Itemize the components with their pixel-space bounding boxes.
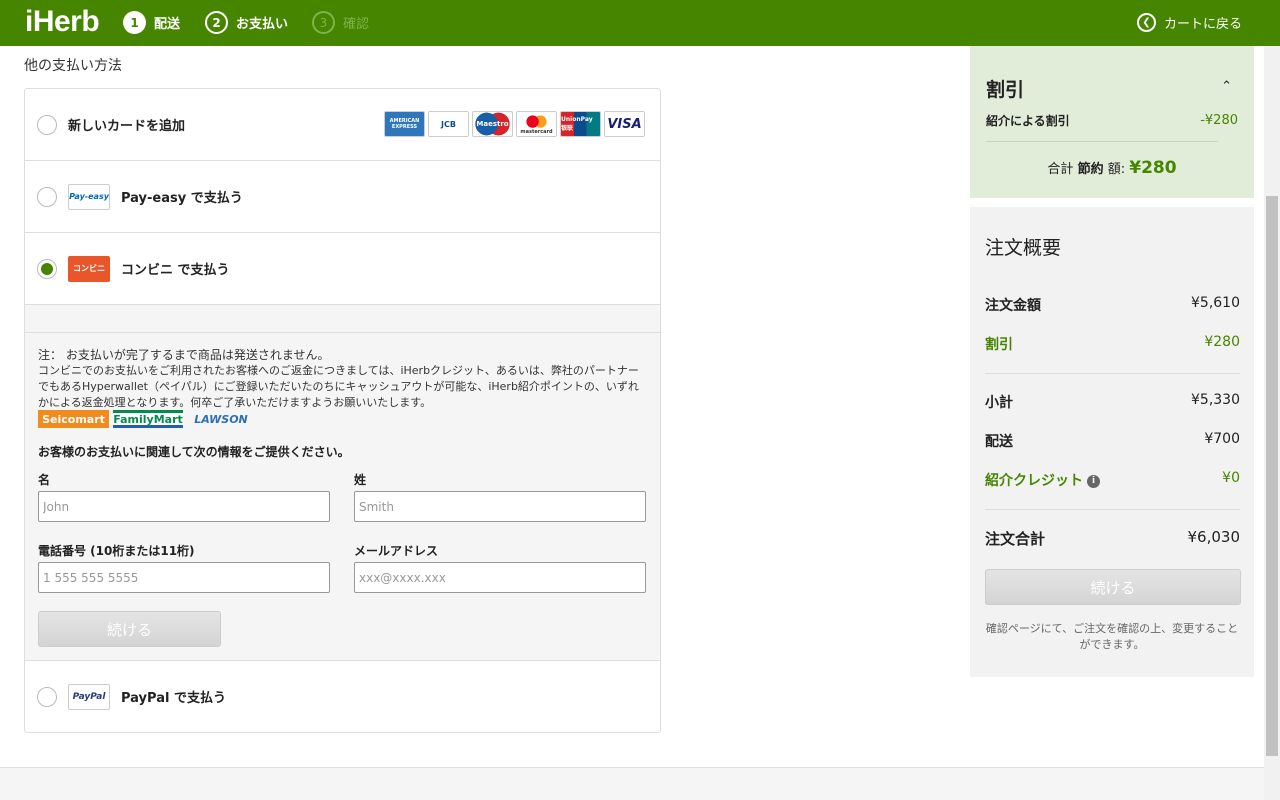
info-prompt: お客様のお支払いに関連して次の情報をご提供ください。 <box>38 445 350 459</box>
chevron-up-icon[interactable]: ⌃ <box>1221 79 1232 94</box>
step-number: 1 <box>123 11 146 34</box>
radio-payeasy[interactable] <box>37 186 57 207</box>
step-label: 確認 <box>343 17 370 32</box>
scrollbar-thumb[interactable] <box>1266 196 1278 756</box>
details-top-bar <box>25 305 660 333</box>
summary-footnote: 確認ページにて、ご注文を確認の上、変更することができます。 <box>985 622 1239 651</box>
step-shipping[interactable]: 1 配送 <box>123 11 180 34</box>
shipping-row: 配送 ¥700 <box>985 431 1240 451</box>
konbini-note: 注： お支払いが完了するまで商品は発送されません。 コンビニでのお支払いをご利用… <box>38 347 648 411</box>
referral-credit-label-wrap: 紹介クレジット i <box>985 470 1100 490</box>
seicomart-logo: Seicomart <box>38 410 109 428</box>
subtotal-value: ¥5,330 <box>1191 392 1240 408</box>
order-summary: 注文概要 注文金額 ¥5,610 割引 ¥280 小計 ¥5,330 配送 ¥7… <box>970 207 1254 677</box>
top-header: iHerb 1 配送 2 お支払い 3 確認 ❮ カートに戻る <box>0 0 1280 46</box>
discount-row: 割引 ¥280 <box>985 334 1240 354</box>
option-label: 新しいカードを追加 <box>68 119 186 134</box>
first-name-input[interactable] <box>38 491 330 522</box>
option-label: PayPal で支払う <box>121 691 226 706</box>
summary-continue-button[interactable]: 続ける <box>985 569 1241 605</box>
radio-konbini[interactable] <box>37 258 57 279</box>
back-to-cart-link[interactable]: ❮ カートに戻る <box>1136 13 1242 32</box>
order-total-value: ¥6,030 <box>1187 528 1241 546</box>
shipping-value: ¥700 <box>1204 431 1240 447</box>
shipping-label: 配送 <box>985 434 1013 450</box>
visa-icon: VISA <box>604 111 645 137</box>
option-label: コンビニ で支払う <box>121 263 230 278</box>
payeasy-logo: Pay-easy <box>68 183 110 210</box>
card-brand-logos: AMERICAN EXPRESS JCB Maestro mastercard … <box>384 111 645 137</box>
paypal-logo: PayPal <box>68 683 110 710</box>
discount-title: 割引 <box>986 79 1025 101</box>
total-savings-suffix: 額: <box>1107 162 1126 177</box>
discount-label: 割引 <box>985 337 1013 353</box>
step-number: 3 <box>312 11 335 34</box>
referral-discount-value: -¥280 <box>1200 113 1238 128</box>
order-amount-row: 注文金額 ¥5,610 <box>985 295 1240 315</box>
familymart-logo: FamilyMart <box>113 410 183 428</box>
mastercard-icon: mastercard <box>516 111 557 137</box>
divider <box>985 509 1240 510</box>
email-input[interactable] <box>354 562 646 593</box>
phone-input[interactable] <box>38 562 330 593</box>
referral-credit-row: 紹介クレジット i ¥0 <box>985 470 1240 490</box>
referral-credit-value: ¥0 <box>1222 470 1240 486</box>
section-title: 他の支払い方法 <box>24 58 122 74</box>
discount-value: ¥280 <box>1204 334 1240 350</box>
chevron-left-icon: ❮ <box>1136 13 1156 32</box>
radio-selected-dot <box>41 262 53 275</box>
step-label: 配送 <box>154 17 181 32</box>
total-savings-bold: 節約 <box>1077 162 1104 177</box>
radio-paypal[interactable] <box>37 686 57 707</box>
last-name-label: 姓 <box>354 473 367 487</box>
divider <box>985 373 1240 374</box>
step-number: 2 <box>205 11 228 34</box>
total-savings-amount: ¥280 <box>1129 158 1177 178</box>
total-savings: 合計 節約 額: ¥280 <box>970 158 1254 178</box>
option-paypal[interactable]: PayPal PayPal で支払う <box>25 661 660 732</box>
konbini-continue-button[interactable]: 続ける <box>38 611 221 647</box>
order-total-row: 注文合計 ¥6,030 <box>985 528 1240 549</box>
page-footer <box>0 768 1264 800</box>
note-body: コンビニでのお支払いをご利用されたお客様へのご返金につきましては、iHerbクレ… <box>38 364 639 409</box>
back-to-cart-label: カートに戻る <box>1163 17 1242 32</box>
maestro-icon: Maestro <box>472 111 513 137</box>
subtotal-label: 小計 <box>985 395 1013 411</box>
discount-panel: 割引 ⌃ 紹介による割引 -¥280 合計 節約 額: ¥280 <box>970 46 1254 198</box>
phone-label: 電話番号 (10桁または11桁) <box>38 544 195 558</box>
store-logos: Seicomart FamilyMart LAWSON <box>38 410 255 428</box>
referral-credit-label: 紹介クレジット <box>985 473 1083 489</box>
order-total-label: 注文合計 <box>985 530 1046 548</box>
option-add-card[interactable]: 新しいカードを追加 AMERICAN EXPRESS JCB Maestro m… <box>25 89 660 161</box>
info-icon[interactable]: i <box>1087 474 1100 488</box>
email-label: メールアドレス <box>354 544 439 558</box>
jcb-icon: JCB <box>428 111 469 137</box>
konbini-logo: コンビニ <box>68 255 110 282</box>
radio-add-card[interactable] <box>37 114 57 135</box>
referral-discount-label: 紹介による割引 <box>986 114 1070 128</box>
page-scrollbar[interactable] <box>1264 46 1280 800</box>
lawson-logo: LAWSON <box>194 412 248 426</box>
unionpay-icon: UnionPay 银联 <box>560 111 601 137</box>
option-konbini[interactable]: コンビニ コンビニ で支払う <box>25 233 660 305</box>
order-amount-value: ¥5,610 <box>1191 295 1240 311</box>
step-label: お支払い <box>236 17 289 32</box>
iherb-logo[interactable]: iHerb <box>25 5 100 39</box>
last-name-input[interactable] <box>354 491 646 522</box>
divider <box>986 141 1218 142</box>
amex-icon: AMERICAN EXPRESS <box>384 111 425 137</box>
option-payeasy[interactable]: Pay-easy Pay-easy で支払う <box>25 161 660 233</box>
step-payment: 2 お支払い <box>205 11 288 34</box>
payment-methods-panel: 新しいカードを追加 AMERICAN EXPRESS JCB Maestro m… <box>24 88 661 733</box>
summary-title: 注文概要 <box>985 237 1062 259</box>
subtotal-row: 小計 ¥5,330 <box>985 392 1240 412</box>
note-line: 注： お支払いが完了するまで商品は発送されません。 <box>38 348 330 362</box>
order-amount-label: 注文金額 <box>985 298 1041 314</box>
step-confirm: 3 確認 <box>312 11 369 34</box>
total-savings-prefix: 合計 <box>1047 162 1074 177</box>
first-name-label: 名 <box>38 473 51 487</box>
konbini-details: 注： お支払いが完了するまで商品は発送されません。 コンビニでのお支払いをご利用… <box>25 305 660 661</box>
option-label: Pay-easy で支払う <box>121 191 243 206</box>
